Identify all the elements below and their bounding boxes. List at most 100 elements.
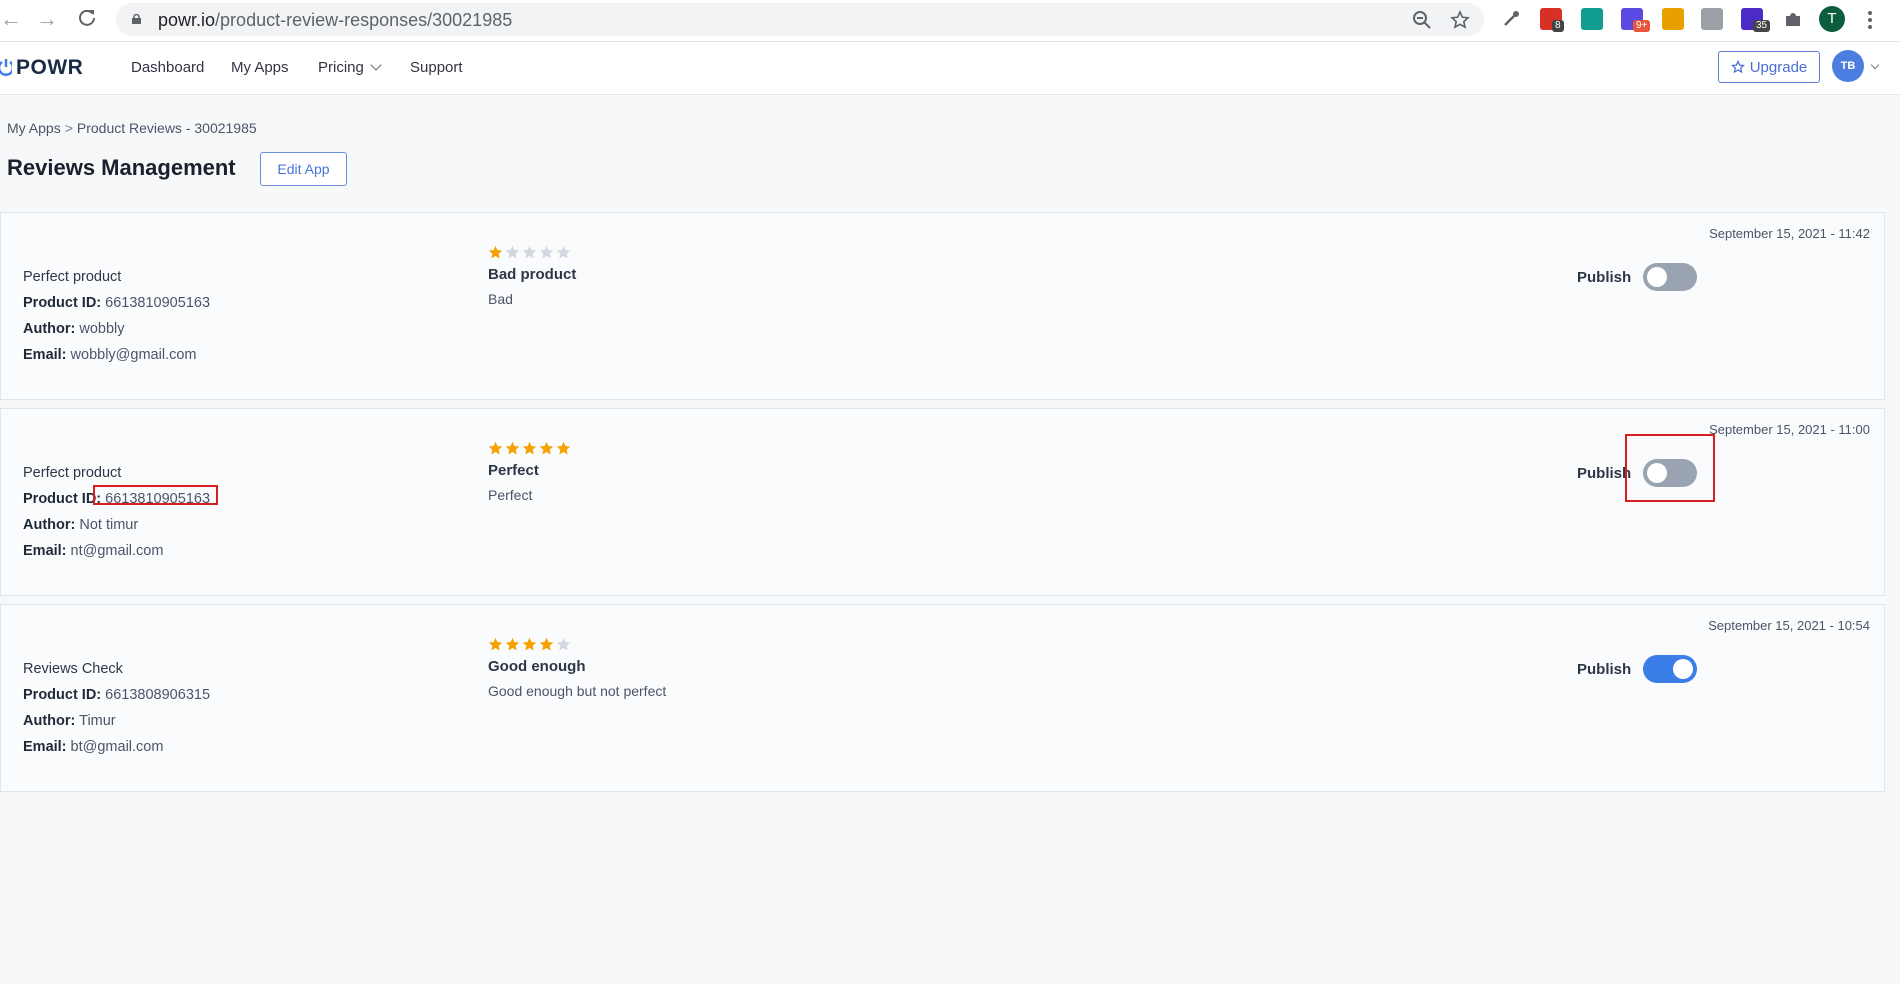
url-text: powr.io/product-review-responses/3002198… [158,10,512,31]
graduation-extension-icon[interactable]: 35 [1741,8,1771,32]
review-info: Perfect product Product ID: 6613810905163… [23,460,210,564]
upgrade-button[interactable]: Upgrade [1718,51,1820,83]
extension-badge: 8 [1552,20,1564,32]
product-id-row: Product ID: 6613808906315 [23,682,210,708]
email-label: Email: [23,543,67,559]
profile-extension-icon[interactable] [1701,8,1723,30]
author-label: Author: [23,321,76,337]
upgrade-label: Upgrade [1749,58,1808,76]
edit-app-button[interactable]: Edit App [260,152,347,186]
user-avatar[interactable]: TB [1832,50,1864,82]
star-filled-icon [505,441,520,455]
publish-control: Publish [1577,263,1698,291]
nav-dashboard[interactable]: Dashboard [131,59,204,76]
author-row: Author: Timur [23,708,210,734]
review-info: Reviews Check Product ID: 6613808906315 Au… [23,656,210,760]
email-row: Email: bt@gmail.com [23,734,210,760]
star-rating [488,245,576,260]
star-filled-icon [522,441,537,455]
lock-icon [132,14,141,24]
extension-badge: 35 [1753,20,1771,32]
review-date: September 15, 2021 - 11:00 [1709,422,1870,437]
star-empty-icon [522,245,537,259]
star-rating [488,637,666,652]
breadcrumb: My Apps > Product Reviews - 30021985 [7,120,257,136]
browser-menu-icon[interactable] [1867,9,1873,31]
author-row: Author: Not timur [23,512,210,538]
nav-pricing-label: Pricing [318,59,364,76]
publish-toggle[interactable] [1643,655,1698,683]
mail-extension-icon[interactable]: 8 [1540,8,1564,32]
review-content: Perfect Perfect [488,441,571,503]
extension-badge: 9+ [1633,20,1651,32]
breadcrumb-current: Product Reviews - 30021985 [76,120,257,136]
review-card: September 15, 2021 - 10:54 Reviews Check P… [0,604,1885,792]
toggle-knob [1647,267,1668,287]
review-card: September 15, 2021 - 11:42 Perfect produc… [0,212,1885,400]
review-title: Perfect [488,462,539,479]
logo-text: POWR [16,56,84,79]
eyedropper-icon[interactable] [1500,8,1522,30]
star-outline-icon [1730,60,1745,74]
review-date: September 15, 2021 - 10:54 [1708,618,1870,633]
chevron-down-icon [370,59,382,71]
puzzle-icon[interactable] [1782,8,1804,30]
product-id-row: Product ID: 6613810905163 [23,290,210,316]
product-id-label: Product ID: [23,295,102,311]
zoom-out-icon[interactable] [1412,10,1432,30]
browser-profile-avatar[interactable]: T [1819,6,1845,32]
star-filled-icon [505,637,520,651]
browser-toolbar: ← → powr.io/product-review-responses/300… [0,0,1900,42]
back-icon[interactable]: ← [0,8,22,30]
author-label: Author: [23,713,76,729]
star-filled-icon [556,441,571,455]
email-row: Email: nt@gmail.com [23,538,210,564]
review-content: Good enough Good enough but not perfect [488,637,666,699]
chat-extension-icon[interactable] [1581,8,1603,30]
star-empty-icon [556,245,571,259]
sun-extension-icon[interactable]: 9+ [1621,8,1651,32]
star-filled-icon [488,441,503,455]
star-empty-icon [505,245,520,259]
review-info: Perfect product Product ID: 6613810905163… [23,264,210,368]
toggle-knob [1673,659,1694,679]
url-host: powr.io [158,10,216,30]
product-id-value: 6613810905163 [105,295,211,311]
star-filled-icon [539,441,554,455]
nav-my-apps[interactable]: My Apps [231,59,289,76]
address-bar[interactable]: powr.io/product-review-responses/3002198… [116,3,1484,36]
nav-support[interactable]: Support [410,59,463,76]
bookmark-star-icon[interactable] [1450,10,1470,30]
app-header: POWR Dashboard My Apps Pricing Support U… [0,42,1900,95]
toggle-highlight-box [1625,434,1715,502]
power-icon [0,59,12,76]
star-empty-icon [539,245,554,259]
breadcrumb-separator: > [64,120,73,136]
forward-icon[interactable]: → [36,8,58,30]
email-row: Email: wobbly@gmail.com [23,342,210,368]
breadcrumb-my-apps[interactable]: My Apps [7,120,61,136]
author-label: Author: [23,517,76,533]
publish-label: Publish [1577,268,1632,286]
email-value: wobbly@gmail.com [70,347,197,363]
star-filled-icon [522,637,537,651]
product-id-label: Product ID: [23,491,102,507]
review-body: Good enough but not perfect [488,683,667,699]
star-empty-icon [556,637,571,651]
user-menu-chevron-icon[interactable] [1870,60,1880,70]
star-filled-icon [539,637,554,651]
nav-pricing[interactable]: Pricing [318,59,382,76]
powr-logo[interactable]: POWR [0,56,83,80]
author-row: Author: wobbly [23,316,210,342]
product-id-value: 6613808906315 [105,687,211,703]
number-extension-icon[interactable] [1662,8,1684,30]
email-label: Email: [23,739,67,755]
star-filled-icon [488,245,503,259]
publish-label: Publish [1577,464,1632,482]
publish-control: Publish [1577,655,1698,683]
star-filled-icon [488,637,503,651]
review-date: September 15, 2021 - 11:42 [1709,226,1870,241]
publish-toggle[interactable] [1643,263,1698,291]
reload-icon[interactable] [76,8,98,30]
publish-label: Publish [1577,660,1632,678]
